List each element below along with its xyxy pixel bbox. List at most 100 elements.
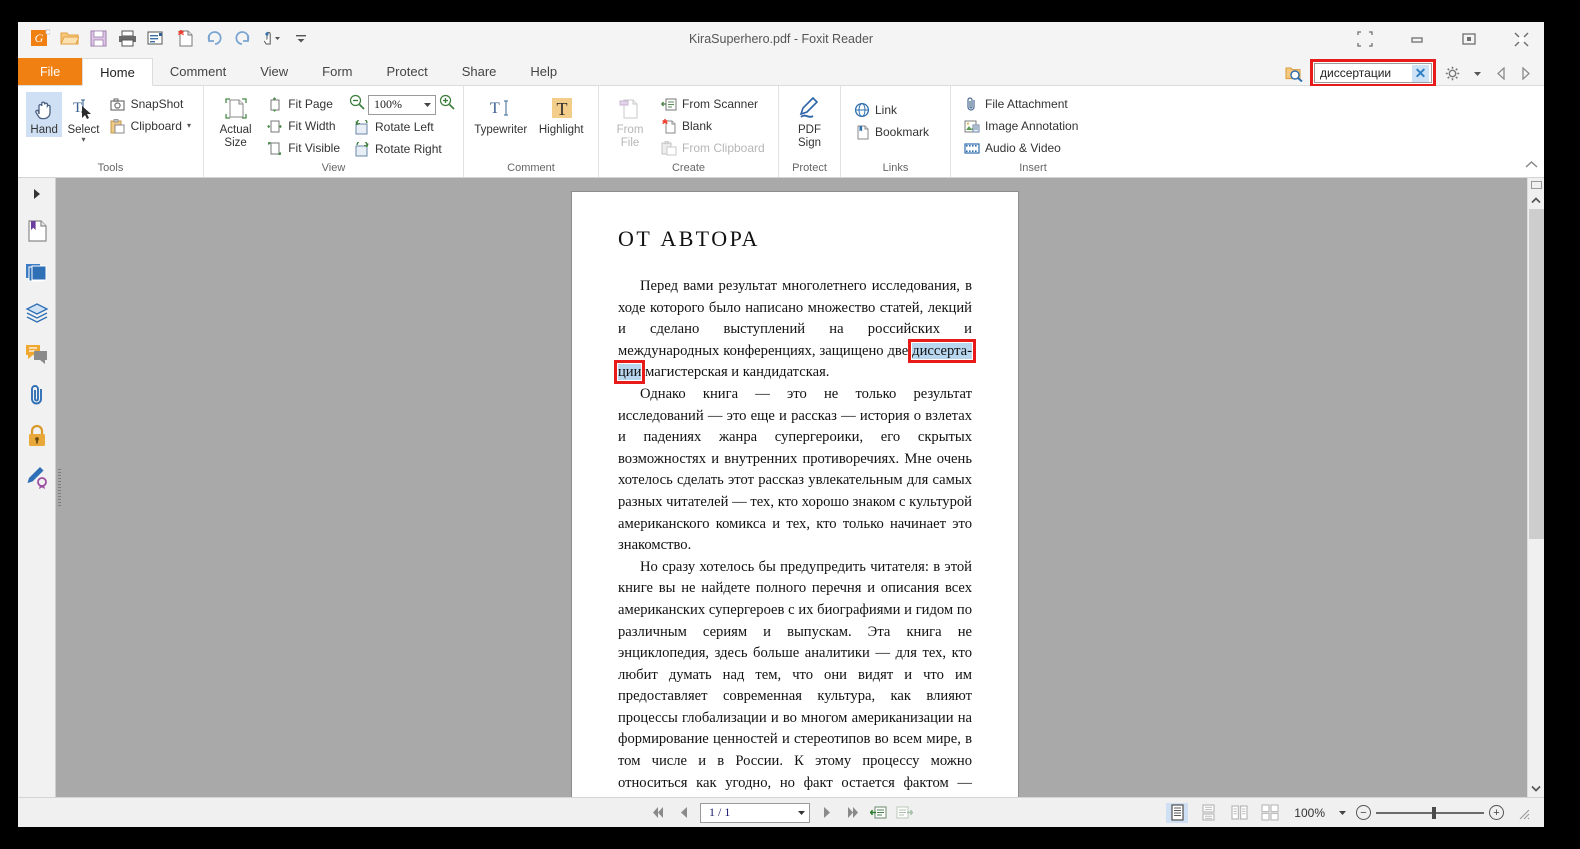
from-scanner-button[interactable]: From Scanner <box>656 94 769 114</box>
zoom-in-button[interactable]: + <box>1489 805 1504 820</box>
clear-search-icon[interactable]: ✕ <box>1412 64 1429 82</box>
zoom-level-input[interactable]: 100% <box>368 94 436 115</box>
page-number-input[interactable]: 1 / 1 <box>700 802 810 823</box>
tab-file[interactable]: File <box>18 58 83 85</box>
continuous-facing-view-button[interactable] <box>1259 803 1281 823</box>
typewriter-button[interactable]: T Typewriter <box>472 92 530 137</box>
tab-comment[interactable]: Comment <box>153 58 243 85</box>
ribbon-filler <box>1115 86 1544 177</box>
last-page-button[interactable] <box>843 803 862 823</box>
tab-home[interactable]: Home <box>82 58 153 86</box>
ribbon-group-tools-label: Tools <box>97 162 124 174</box>
ribbon-group-create-label: Create <box>671 162 706 174</box>
view-and-zoom-controls: 100% − + <box>1166 802 1532 823</box>
actual-size-button[interactable]: Actual Size <box>212 92 259 150</box>
tab-protect[interactable]: Protect <box>370 58 445 85</box>
scroll-thumb[interactable] <box>1528 209 1544 539</box>
sidebar-item-attachments[interactable] <box>23 381 51 409</box>
search-icon[interactable] <box>1284 63 1304 83</box>
title-bar: G KiraSuperhero.pdf - Foxit Reader <box>18 22 1544 58</box>
next-page-button[interactable] <box>817 803 836 823</box>
rotate-right-button[interactable]: Rotate Right <box>349 139 455 159</box>
scroll-top-box[interactable] <box>1528 178 1545 192</box>
ribbon-group-insert-label: Insert <box>1019 162 1047 174</box>
search-dropdown-caret-icon[interactable] <box>1468 63 1486 83</box>
sidebar-item-signatures[interactable] <box>23 463 51 491</box>
clipboard-caret-icon[interactable]: ▾ <box>187 122 191 130</box>
zoom-level-value: 100% <box>374 97 402 111</box>
search-input[interactable]: диссертации ✕ <box>1314 63 1432 83</box>
scroll-up-icon[interactable] <box>1528 192 1545 209</box>
pdf-sign-button[interactable]: PDF Sign <box>787 92 832 150</box>
hand-tool-button[interactable]: Hand <box>26 92 63 137</box>
status-zoom-caret-icon[interactable] <box>1338 808 1347 817</box>
scroll-down-icon[interactable] <box>1528 780 1545 797</box>
maximize-icon[interactable] <box>1458 28 1480 50</box>
image-annotation-button[interactable]: Image Annotation <box>959 116 1082 136</box>
file-attachment-button[interactable]: File Attachment <box>959 94 1082 114</box>
previous-view-button[interactable] <box>869 803 888 823</box>
fit-page-button[interactable]: Fit Page <box>262 94 344 114</box>
continuous-view-button[interactable] <box>1197 803 1219 823</box>
search-hit-highlight-1: диссерта- <box>908 338 976 363</box>
close-icon[interactable] <box>1510 28 1532 50</box>
single-page-view-button[interactable] <box>1166 802 1189 823</box>
zoom-in-icon[interactable] <box>439 94 455 115</box>
sidebar-item-bookmarks[interactable] <box>23 217 51 245</box>
link-button[interactable]: Link <box>849 100 933 120</box>
previous-page-button[interactable] <box>674 803 693 823</box>
search-settings-gear-icon[interactable] <box>1442 63 1462 83</box>
audio-video-button[interactable]: Audio & Video <box>959 138 1082 158</box>
sidebar-item-layers[interactable] <box>23 299 51 327</box>
status-zoom-value: 100% <box>1294 805 1325 820</box>
fit-width-button[interactable]: Fit Width <box>262 116 344 136</box>
rotate-left-button[interactable]: Rotate Left <box>349 117 455 137</box>
pdf-viewport[interactable]: ОТ АВТОРА Перед вами результат многолетн… <box>63 178 1527 797</box>
bookmark-label: Bookmark <box>875 125 930 139</box>
sidebar-item-pages[interactable] <box>23 258 51 286</box>
search-area: диссертации ✕ <box>1284 59 1534 87</box>
clipboard-button[interactable]: Clipboard ▾ <box>105 116 195 136</box>
ribbon-group-view: Actual Size Fit Page Fit Width Fit Visib… <box>203 86 463 177</box>
collapse-ribbon-icon[interactable] <box>1525 160 1538 173</box>
sidebar-splitter[interactable] <box>56 178 63 797</box>
from-clipboard-label: From Clipboard <box>682 141 765 155</box>
zoom-slider[interactable]: − + <box>1356 805 1504 820</box>
rotate-right-icon <box>353 141 370 158</box>
resize-grip-icon[interactable] <box>1513 803 1532 823</box>
pdf-page: ОТ АВТОРА Перед вами результат многолетн… <box>572 192 1018 797</box>
minimize-icon[interactable] <box>1406 28 1428 50</box>
highlight-button[interactable]: T Highlight <box>533 92 591 137</box>
zoom-out-icon[interactable] <box>349 94 365 115</box>
facing-view-button[interactable] <box>1228 803 1250 823</box>
bookmark-button[interactable]: Bookmark <box>849 122 933 142</box>
sidebar-item-comments[interactable] <box>23 340 51 368</box>
tab-help[interactable]: Help <box>513 58 574 85</box>
search-box-highlight: диссертации ✕ <box>1310 59 1436 87</box>
actual-size-label: Actual Size <box>219 124 252 149</box>
select-tool-button[interactable]: T Select ▾ <box>65 92 101 144</box>
highlight-icon: T <box>546 94 576 124</box>
vertical-scrollbar[interactable] <box>1527 178 1544 797</box>
tab-share[interactable]: Share <box>445 58 514 85</box>
search-prev-result-icon[interactable] <box>1492 63 1510 83</box>
tab-form[interactable]: Form <box>305 58 369 85</box>
fit-width-label: Fit Width <box>288 119 336 133</box>
zoom-out-button[interactable]: − <box>1356 805 1371 820</box>
search-next-result-icon[interactable] <box>1516 63 1534 83</box>
snapshot-button[interactable]: SnapShot <box>105 94 195 114</box>
restore-grid-icon[interactable] <box>1354 28 1376 50</box>
first-page-button[interactable] <box>648 803 667 823</box>
select-tool-caret-icon[interactable]: ▾ <box>81 136 85 144</box>
next-view-button[interactable] <box>895 803 914 823</box>
zoom-slider-thumb[interactable] <box>1432 806 1436 819</box>
scroll-track[interactable] <box>1528 209 1545 780</box>
from-file-button[interactable]: From File <box>607 92 653 150</box>
fit-visible-button[interactable]: Fit Visible <box>262 138 344 158</box>
sidebar-item-security[interactable] <box>23 422 51 450</box>
blank-button[interactable]: Blank <box>656 116 769 136</box>
from-clipboard-button[interactable]: From Clipboard <box>656 138 769 158</box>
expand-sidebar-icon[interactable] <box>23 184 51 204</box>
tab-view[interactable]: View <box>243 58 305 85</box>
zoom-slider-track[interactable] <box>1376 806 1484 819</box>
